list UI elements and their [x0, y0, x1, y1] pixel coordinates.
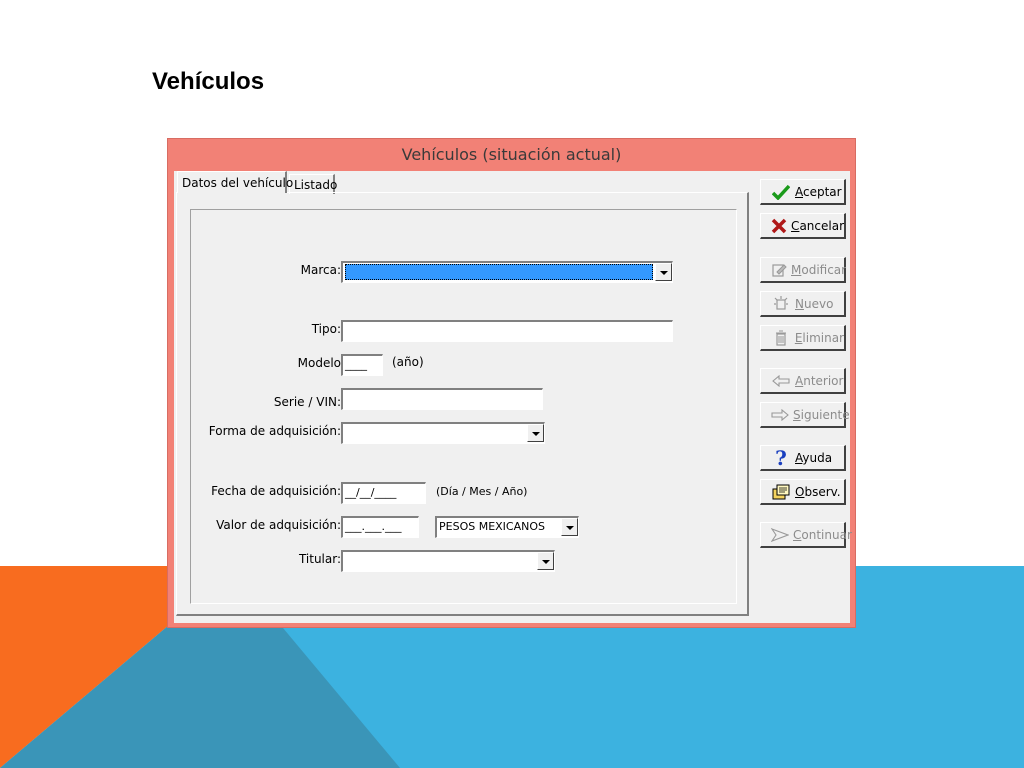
modelo-label: Modelo	[297, 356, 341, 370]
nuevo-label: Nuevo	[795, 296, 834, 311]
continuar-label: Continuar	[793, 527, 852, 542]
marca-selection-highlight	[345, 264, 653, 280]
arrow-left-icon	[771, 372, 791, 390]
trash-icon	[771, 329, 791, 347]
observ-label: Observ.	[795, 484, 841, 499]
continue-icon	[771, 526, 789, 544]
titular-label: Titular:	[298, 552, 341, 566]
vehiculos-window: Vehículos (situación actual) Datos del v…	[167, 138, 856, 628]
check-icon	[771, 183, 791, 201]
fecha-label: Fecha de adquisición:	[211, 484, 341, 498]
tipo-input[interactable]	[341, 320, 673, 342]
x-icon	[771, 217, 787, 235]
ayuda-label: Ayuda	[795, 450, 833, 465]
serie-input[interactable]	[341, 388, 543, 410]
currency-value: PESOS MEXICANOS	[439, 520, 545, 533]
siguiente-button[interactable]: Siguiente	[760, 402, 850, 428]
aceptar-button[interactable]: Aceptar	[760, 179, 846, 205]
cancelar-label: Cancelar	[791, 218, 844, 233]
window-title: Vehículos (situación actual)	[401, 145, 622, 164]
valor-input[interactable]: ___.___.___	[341, 516, 419, 538]
fecha-input[interactable]: __/__/____	[341, 482, 426, 504]
chevron-down-icon[interactable]	[537, 552, 554, 570]
nuevo-button[interactable]: Nuevo	[760, 291, 846, 317]
fecha-hint: (Día / Mes / Año)	[436, 485, 528, 498]
modelo-input[interactable]: ____	[341, 354, 383, 376]
arrow-right-icon	[771, 406, 789, 424]
modelo-hint: (año)	[392, 355, 424, 369]
observ-button[interactable]: Observ.	[760, 479, 846, 505]
new-icon	[771, 295, 791, 313]
valor-label: Valor de adquisición:	[216, 518, 341, 532]
modificar-label: Modificar	[791, 262, 847, 277]
anterior-button[interactable]: Anterior	[760, 368, 846, 394]
edit-icon	[771, 261, 787, 279]
marca-select[interactable]	[341, 261, 673, 283]
currency-select[interactable]: PESOS MEXICANOS	[435, 516, 579, 538]
forma-label: Forma de adquisición:	[208, 424, 341, 438]
siguiente-label: Siguiente	[793, 407, 850, 422]
eliminar-label: Eliminar	[794, 330, 844, 345]
titular-select[interactable]	[341, 550, 555, 572]
marca-label: Marca:	[300, 263, 341, 277]
tab-listado[interactable]: Listado	[289, 174, 337, 194]
anterior-label: Anterior	[795, 373, 844, 388]
modificar-button[interactable]: Modificar	[760, 257, 846, 283]
chevron-down-icon[interactable]	[527, 424, 544, 442]
tab-datos-del-vehiculo[interactable]: Datos del vehículo	[177, 171, 293, 193]
slide-title: Vehículos	[152, 68, 265, 95]
cancelar-button[interactable]: Cancelar	[760, 213, 846, 239]
notes-icon	[771, 483, 791, 501]
window-client: Datos del vehículo Listado Marca: Tipo: …	[174, 171, 852, 623]
ayuda-button[interactable]: ? Ayuda	[760, 445, 846, 471]
aceptar-label: Aceptar	[795, 184, 842, 199]
forma-select[interactable]	[341, 422, 545, 444]
chevron-down-icon[interactable]	[561, 518, 578, 536]
chevron-down-icon[interactable]	[655, 263, 672, 281]
serie-label: Serie / VIN:	[273, 395, 341, 409]
eliminar-button[interactable]: Eliminar	[760, 325, 846, 351]
continuar-button[interactable]: Continuar	[760, 522, 852, 548]
tipo-label: Tipo:	[311, 322, 341, 336]
help-icon: ?	[775, 445, 787, 470]
